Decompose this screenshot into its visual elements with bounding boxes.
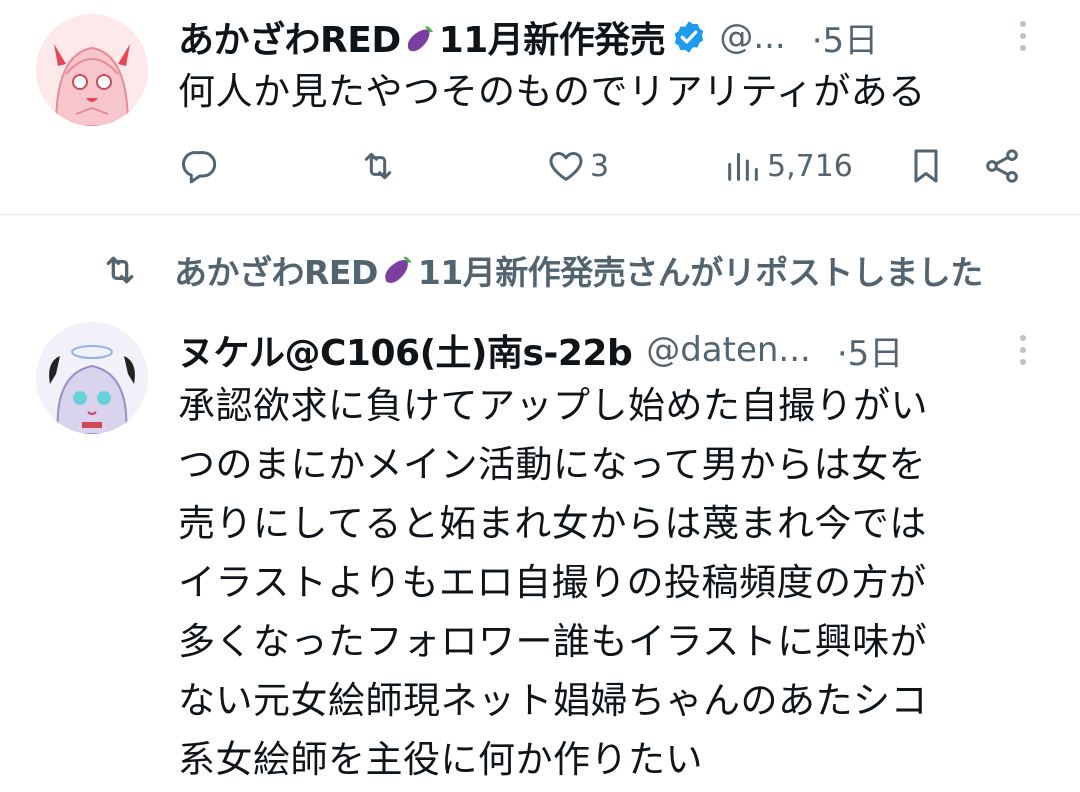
repost-icon: [106, 256, 134, 284]
like-button[interactable]: 3: [546, 136, 609, 196]
tweet-header: ヌケル@C106(土)南s-22b @daten... ·5日: [178, 322, 1038, 378]
display-name[interactable]: ヌケル@C106(土)南s-22b: [178, 324, 633, 376]
avatar[interactable]: [36, 14, 148, 126]
eggplant-icon: [385, 256, 412, 283]
view-count: 5,716: [767, 148, 853, 184]
tweet-text-line: 売りにしてると妬まれ女からは蔑まれ今では: [178, 502, 927, 545]
bookmark-button[interactable]: [906, 136, 946, 196]
handle[interactable]: @daten...: [646, 330, 811, 370]
avatar[interactable]: [36, 322, 148, 434]
tweet-text-line: 承認欲求に負けてアップし始めた自撮りがい: [178, 384, 928, 427]
views-icon: [728, 152, 758, 181]
tweet-text-line: 多くなったフォロワー誰もイラストに興味が: [178, 620, 928, 663]
repost-button[interactable]: [358, 136, 398, 196]
tweet-text-line: つのまにかメイン活動になって男からは女を: [178, 443, 927, 486]
tweet-text: 何人か見たやつそのものでリアリティがある: [178, 70, 926, 113]
views-button[interactable]: 5,716: [723, 136, 853, 196]
eggplant-icon: [407, 26, 433, 52]
reply-icon: [181, 151, 217, 184]
verified-badge-icon[interactable]: [671, 19, 707, 55]
handle[interactable]: @...: [719, 17, 785, 57]
heart-icon: [549, 152, 583, 181]
tweet-text-line: ない元女絵師現ネット娼婦ちゃんのあたシコ: [178, 679, 928, 722]
share-icon: [986, 149, 1018, 183]
timeline: あかざわRED 11月新作発売 @... ·5日 何人か見たやつそのものでリアリテ…: [0, 0, 1080, 792]
repost-icon: [364, 152, 392, 180]
tweet-text-line: 系女絵師を主役に何か作りたい: [178, 738, 703, 781]
reply-button[interactable]: [178, 136, 218, 196]
bookmark-icon: [914, 149, 938, 183]
tweet-header: あかざわRED 11月新作発売 @... ·5日: [178, 12, 1038, 62]
repost-banner[interactable]: あかざわRED 11月新作発売さんがリポストしました: [100, 244, 1080, 296]
divider: [0, 214, 1080, 215]
like-count: 3: [590, 148, 610, 184]
timestamp[interactable]: ·5日: [837, 326, 903, 375]
more-options-icon[interactable]: [1018, 330, 1028, 370]
share-button[interactable]: [982, 136, 1022, 196]
tweet-text: 承認欲求に負けてアップし始めた自撮りがい つのまにかメイン活動になって男からは女…: [178, 376, 1038, 789]
more-options-icon[interactable]: [1018, 16, 1028, 56]
avatar-image: [36, 14, 148, 126]
action-bar: 3 5,716: [178, 136, 1038, 196]
avatar-image: [36, 322, 148, 434]
display-name[interactable]: あかざわRED 11月新作発売: [178, 11, 666, 63]
tweet-1[interactable]: あかざわRED 11月新作発売 @... ·5日 何人か見たやつそのものでリアリテ…: [0, 0, 1080, 214]
timestamp[interactable]: ·5日: [812, 13, 878, 62]
tweet-text-line: イラストよりもエロ自撮りの投稿頻度の方が: [178, 561, 927, 604]
repost-banner-text: あかざわRED 11月新作発売さんがリポストしました: [174, 246, 983, 294]
